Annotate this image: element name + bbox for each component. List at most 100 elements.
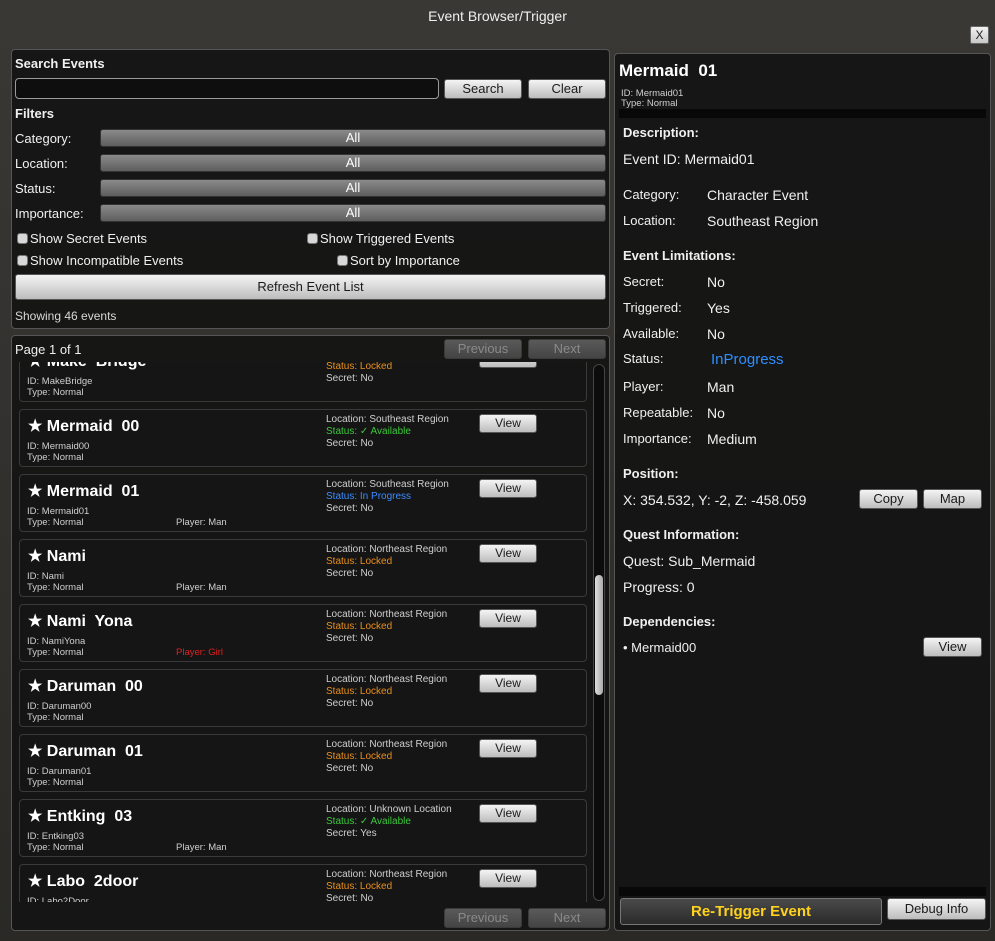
event-name: ★ Mermaid 01 [28, 483, 140, 500]
event-name: ★ Mermaid 00 [28, 418, 140, 435]
event-status: Status: Locked [326, 556, 393, 567]
event-location: Location: Northeast Region [326, 674, 448, 685]
category-dropdown[interactable]: All [100, 129, 606, 147]
event-type: Type: Normal [27, 712, 84, 723]
event-location: Location: Southeast Region [326, 479, 449, 490]
event-name: ★ Entking 03 [28, 808, 133, 825]
detail-status-label: Status: [623, 351, 664, 366]
event-id: ID: Daruman00 [27, 701, 92, 712]
search-title: Search Events [15, 56, 105, 71]
sort-importance-toggle[interactable]: Sort by Importance [337, 253, 460, 268]
quest-value: Quest: Sub_Mermaid [623, 553, 756, 569]
filters-title: Filters [15, 106, 55, 121]
view-button[interactable]: View [479, 739, 537, 758]
detail-available-value: No [707, 326, 725, 342]
location-label: Location: [15, 156, 68, 171]
detail-secret-label: Secret: [623, 274, 665, 289]
event-location: Location: Unknown Location [326, 804, 452, 815]
show-secret-toggle[interactable]: Show Secret Events [17, 231, 147, 246]
event-name: ★ Daruman 00 [28, 678, 143, 695]
importance-label: Importance: [15, 206, 84, 221]
position-value: X: 354.532, Y: -2, Z: -458.059 [623, 492, 807, 508]
event-secret: Secret: No [326, 568, 374, 579]
search-button[interactable]: Search [444, 79, 522, 99]
event-card[interactable]: ★ Entking 03 ID: Entking03 Type: Normal Pla… [19, 799, 587, 857]
detail-event-id-text: Event ID: Mermaid01 [623, 151, 755, 167]
detail-available-label: Available: [623, 326, 680, 341]
detail-location-value: Southeast Region [707, 213, 819, 229]
quest-header: Quest Information: [623, 527, 740, 542]
event-location: Location: Northeast Region [326, 739, 448, 750]
event-status: Status: Locked [326, 751, 393, 762]
view-button[interactable]: View [479, 414, 537, 433]
detail-repeatable-value: No [707, 405, 725, 421]
event-card[interactable]: ★ Daruman 01 ID: Daruman01 Type: Normal Loc… [19, 734, 587, 792]
event-card[interactable]: ★ Labo 2doorID: Labo2DoorType: NormalLoc… [19, 864, 587, 902]
previous-page-button-bottom[interactable]: Previous [444, 908, 522, 928]
next-page-button[interactable]: Next [528, 339, 606, 359]
dependency-view-button[interactable]: View [923, 637, 982, 657]
view-button[interactable]: View [479, 869, 537, 888]
next-page-button-bottom[interactable]: Next [528, 908, 606, 928]
event-card[interactable]: ★ Mermaid 01 ID: Mermaid01 Type: Normal Pla… [19, 474, 587, 532]
detail-triggered-label: Triggered: [623, 300, 682, 315]
detail-importance-label: Importance: [623, 431, 692, 446]
status-dropdown[interactable]: All [100, 179, 606, 197]
event-card[interactable]: ★ Nami Yona ID: NamiYona Type: Normal Playe… [19, 604, 587, 662]
detail-player-value: Man [707, 379, 735, 395]
event-id: ID: MakeBridge [27, 376, 93, 387]
event-secret: Secret: No [326, 438, 374, 449]
checkbox-icon [17, 233, 28, 244]
dependencies-header: Dependencies: [623, 614, 716, 629]
checkbox-icon [337, 255, 348, 266]
show-triggered-toggle[interactable]: Show Triggered Events [307, 231, 454, 246]
close-button[interactable]: X [970, 26, 989, 44]
map-button[interactable]: Map [923, 489, 982, 509]
limitations-header: Event Limitations: [623, 248, 736, 263]
show-incompatible-toggle[interactable]: Show Incompatible Events [17, 253, 183, 268]
event-secret: Secret: No [326, 763, 374, 774]
page-indicator: Page 1 of 1 [15, 342, 82, 357]
view-button[interactable]: View [479, 674, 537, 693]
event-player: Player: Man [176, 842, 227, 853]
retrigger-button[interactable]: Re-Trigger Event [620, 898, 882, 925]
importance-dropdown[interactable]: All [100, 204, 606, 222]
view-button[interactable]: View [479, 804, 537, 823]
detail-location-label: Location: [623, 213, 676, 228]
view-button[interactable]: View [479, 544, 537, 563]
position-header: Position: [623, 466, 679, 481]
show-incompatible-label: Show Incompatible Events [30, 253, 184, 268]
event-status: Status: ✓ Available [326, 816, 411, 827]
event-id: ID: Entking03 [27, 831, 85, 842]
event-card[interactable]: ★ Nami ID: Nami Type: Normal Player: Man Loc… [19, 539, 587, 597]
event-id: ID: NamiYona [27, 636, 86, 647]
refresh-button[interactable]: Refresh Event List [15, 274, 606, 300]
detail-event-name: Mermaid 01 [619, 61, 718, 80]
sort-importance-label: Sort by Importance [350, 253, 460, 268]
event-type: Type: Normal [27, 777, 84, 788]
list-scrollbar-thumb[interactable] [595, 575, 603, 695]
event-status: Status: Locked [326, 686, 393, 697]
event-id: ID: Mermaid01 [27, 506, 90, 517]
event-card[interactable]: ★ Mermaid 00 ID: Mermaid00 Type: Normal Loc… [19, 409, 587, 467]
event-id: ID: Mermaid00 [27, 441, 90, 452]
view-button[interactable]: View [479, 479, 537, 498]
search-input[interactable] [15, 78, 439, 99]
view-button[interactable]: View [479, 609, 537, 628]
description-header: Description: [623, 125, 699, 140]
clear-button[interactable]: Clear [528, 79, 606, 99]
copy-position-button[interactable]: Copy [859, 489, 918, 509]
event-location: Location: Southeast Region [326, 414, 449, 425]
location-dropdown[interactable]: All [100, 154, 606, 172]
event-id: ID: Daruman01 [27, 766, 92, 777]
previous-page-button[interactable]: Previous [444, 339, 522, 359]
event-secret: Secret: No [326, 698, 374, 709]
event-browser-window: Event Browser/Trigger X Search Events Se… [0, 0, 995, 941]
detail-category-value: Character Event [707, 187, 809, 203]
debug-info-button[interactable]: Debug Info [887, 898, 986, 920]
event-secret: Secret: No [326, 373, 374, 384]
status-label: Status: [15, 181, 56, 196]
event-id: ID: Nami [27, 571, 64, 582]
view-button[interactable]: View [479, 362, 537, 368]
event-card[interactable]: ★ Daruman 00 ID: Daruman00 Type: Normal Loc… [19, 669, 587, 727]
